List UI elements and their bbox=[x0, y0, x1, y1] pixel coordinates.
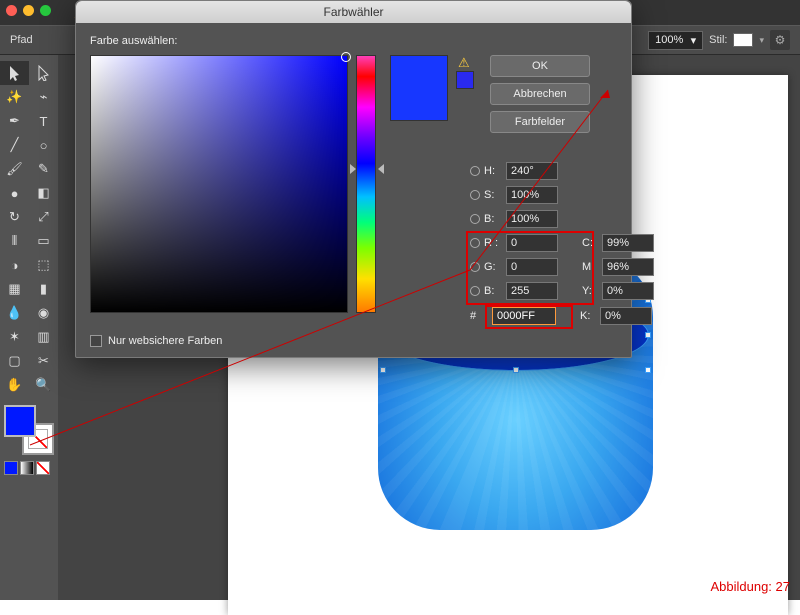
mesh-tool[interactable]: ▦ bbox=[0, 277, 29, 301]
bbox-handle[interactable] bbox=[380, 367, 386, 373]
color-mode-none[interactable] bbox=[36, 461, 50, 475]
style-swatch[interactable] bbox=[733, 33, 753, 47]
websafe-checkbox[interactable] bbox=[90, 335, 102, 347]
dialog-title: Farbwähler bbox=[76, 1, 631, 23]
color-value-fields: H: S: B: R :C: G:M: B:Y: #K: bbox=[470, 159, 700, 325]
color-mode-solid[interactable] bbox=[4, 461, 18, 475]
g-radio[interactable] bbox=[470, 262, 480, 272]
close-window-icon[interactable] bbox=[6, 5, 17, 16]
dialog-prompt: Farbe auswählen: bbox=[90, 35, 617, 47]
ellipse-tool[interactable]: ○ bbox=[29, 133, 58, 157]
bbox-handle[interactable] bbox=[645, 367, 651, 373]
sat-radio[interactable] bbox=[470, 190, 480, 200]
color-mode-gradient[interactable] bbox=[20, 461, 34, 475]
bri-input[interactable] bbox=[506, 210, 558, 228]
swatches-button[interactable]: Farbfelder bbox=[490, 111, 590, 133]
r-input[interactable] bbox=[506, 234, 558, 252]
paintbrush-tool[interactable]: 🖌 bbox=[0, 157, 29, 181]
direct-selection-tool[interactable] bbox=[29, 61, 58, 85]
zoom-window-icon[interactable] bbox=[40, 5, 51, 16]
c-input[interactable] bbox=[602, 234, 654, 252]
hue-indicator-icon bbox=[350, 164, 356, 174]
magic-wand-tool[interactable]: ✨ bbox=[0, 85, 29, 109]
gear-icon[interactable]: ⚙ bbox=[770, 30, 790, 50]
ok-button[interactable]: OK bbox=[490, 55, 590, 77]
cancel-button[interactable]: Abbrechen bbox=[490, 83, 590, 105]
saturation-value-field[interactable] bbox=[90, 55, 348, 313]
b-input[interactable] bbox=[506, 282, 558, 300]
bri-radio[interactable] bbox=[470, 214, 480, 224]
width-tool[interactable]: ⫴ bbox=[0, 229, 29, 253]
m-input[interactable] bbox=[602, 258, 654, 276]
window-controls bbox=[6, 5, 51, 16]
websafe-checkbox-row[interactable]: Nur websichere Farben bbox=[90, 335, 222, 347]
chevron-down-icon[interactable]: ▾ bbox=[759, 35, 764, 46]
figure-caption: Abbildung: 27 bbox=[710, 579, 790, 594]
pencil-tool[interactable]: ✎ bbox=[29, 157, 58, 181]
bbox-handle[interactable] bbox=[645, 332, 651, 338]
color-mode-buttons bbox=[4, 461, 58, 475]
hue-input[interactable] bbox=[506, 162, 558, 180]
rotate-tool[interactable]: ↻ bbox=[0, 205, 29, 229]
scale-tool[interactable]: ⤢ bbox=[29, 205, 58, 229]
eraser-tool[interactable]: ◧ bbox=[29, 181, 58, 205]
selection-type-label: Pfad bbox=[10, 34, 33, 46]
free-transform-tool[interactable]: ▭ bbox=[29, 229, 58, 253]
column-graph-tool[interactable]: ▥ bbox=[29, 325, 58, 349]
fill-color-box[interactable] bbox=[4, 405, 36, 437]
symbol-sprayer-tool[interactable]: ✶ bbox=[0, 325, 29, 349]
style-label: Stil: bbox=[709, 34, 727, 46]
b-radio[interactable] bbox=[470, 286, 480, 296]
line-tool[interactable]: ╱ bbox=[0, 133, 29, 157]
zoom-tool[interactable]: 🔍 bbox=[29, 373, 58, 397]
fill-stroke-proxy[interactable] bbox=[4, 405, 54, 455]
hue-radio[interactable] bbox=[470, 166, 480, 176]
pen-tool[interactable]: ✒ bbox=[0, 109, 29, 133]
websafe-label: Nur websichere Farben bbox=[108, 335, 222, 347]
warning-icon[interactable]: ⚠ bbox=[458, 55, 470, 70]
blend-tool[interactable]: ◉ bbox=[29, 301, 58, 325]
k-input[interactable] bbox=[600, 307, 652, 325]
shape-builder-tool[interactable]: ◑ bbox=[0, 253, 29, 277]
minimize-window-icon[interactable] bbox=[23, 5, 34, 16]
type-tool[interactable]: T bbox=[29, 109, 58, 133]
gradient-tool[interactable]: ▮ bbox=[29, 277, 58, 301]
hex-input[interactable] bbox=[492, 307, 556, 325]
color-preview bbox=[390, 55, 448, 121]
r-radio[interactable] bbox=[470, 238, 480, 248]
hue-slider[interactable] bbox=[356, 55, 376, 313]
sv-cursor-icon bbox=[341, 52, 351, 62]
slice-tool[interactable]: ✂ bbox=[29, 349, 58, 373]
color-picker-dialog: Farbwähler Farbe auswählen: ⚠ OK Abbrech… bbox=[75, 0, 632, 358]
out-of-gamut-swatch[interactable] bbox=[456, 71, 474, 89]
g-input[interactable] bbox=[506, 258, 558, 276]
eyedropper-tool[interactable]: 💧 bbox=[0, 301, 29, 325]
bbox-handle[interactable] bbox=[513, 367, 519, 373]
y-input[interactable] bbox=[602, 282, 654, 300]
hue-indicator-icon bbox=[378, 164, 384, 174]
perspective-tool[interactable]: ⬚ bbox=[29, 253, 58, 277]
lasso-tool[interactable]: ⌁ bbox=[29, 85, 58, 109]
tools-panel: ✨⌁ ✒T ╱○ 🖌✎ ●◧ ↻⤢ ⫴▭ ◑⬚ ▦▮ 💧◉ ✶▥ ▢✂ ✋🔍 bbox=[0, 55, 58, 600]
selection-tool[interactable] bbox=[0, 61, 29, 85]
sat-input[interactable] bbox=[506, 186, 558, 204]
opacity-dropdown[interactable]: 100%▾ bbox=[648, 31, 703, 50]
artboard-tool[interactable]: ▢ bbox=[0, 349, 29, 373]
hand-tool[interactable]: ✋ bbox=[0, 373, 29, 397]
blob-brush-tool[interactable]: ● bbox=[0, 181, 29, 205]
